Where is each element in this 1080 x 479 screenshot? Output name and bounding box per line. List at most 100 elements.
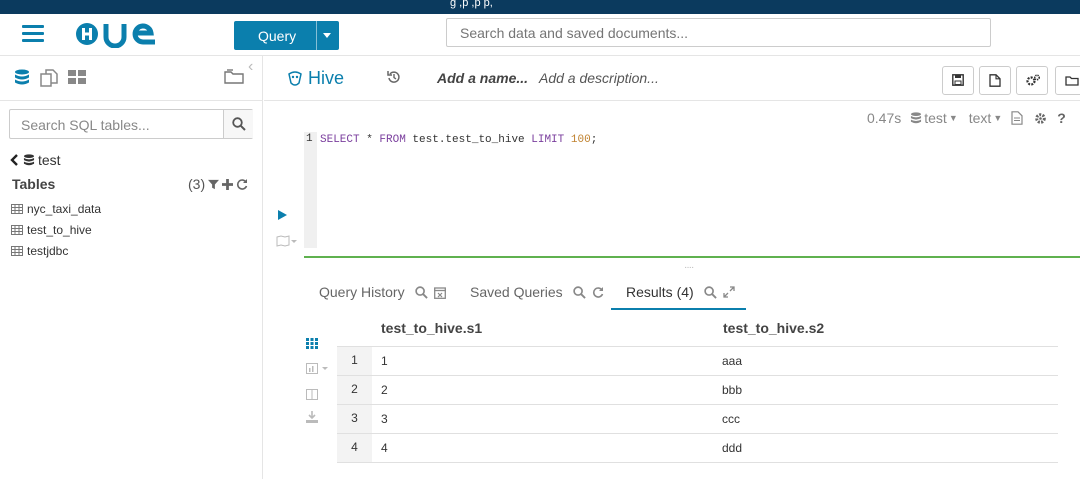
table-name: test_to_hive bbox=[27, 223, 92, 237]
map-icon[interactable] bbox=[276, 235, 298, 247]
query-name-input[interactable]: Add a name... bbox=[437, 70, 528, 86]
engine-name: Hive bbox=[308, 68, 345, 88]
gear-icon[interactable] bbox=[1034, 112, 1047, 125]
database-select-value: test bbox=[924, 110, 947, 126]
top-strip: g ,p ,p p, bbox=[0, 0, 1080, 14]
collapse-panel-icon[interactable]: ‹ bbox=[248, 58, 253, 76]
line-gutter: 1 bbox=[304, 132, 317, 248]
database-select[interactable]: test ▼ bbox=[910, 110, 958, 126]
table-icon bbox=[11, 246, 23, 256]
refresh-icon[interactable] bbox=[592, 286, 604, 298]
cell: 3 bbox=[381, 412, 388, 426]
resize-handle-icon[interactable]: ···· bbox=[684, 262, 694, 273]
table-row[interactable]: 1 1 aaa bbox=[337, 347, 1058, 376]
document-icon[interactable] bbox=[1011, 111, 1023, 125]
database-name: test bbox=[38, 152, 61, 168]
columns-icon[interactable] bbox=[306, 389, 318, 400]
table-item[interactable]: test_to_hive bbox=[11, 223, 92, 237]
database-icon bbox=[911, 111, 922, 123]
cell: bbb bbox=[722, 383, 743, 397]
tab-label: Query History bbox=[319, 284, 405, 300]
tab-query-history[interactable]: Query History bbox=[319, 284, 446, 300]
row-number: 2 bbox=[337, 376, 372, 404]
tab-label: Results (4) bbox=[626, 284, 694, 300]
left-panel-toolbar: ‹ bbox=[0, 56, 262, 101]
cell: aaa bbox=[722, 354, 743, 368]
tables-count: (3) bbox=[188, 176, 206, 192]
search-icon[interactable] bbox=[572, 285, 586, 299]
settings-button[interactable] bbox=[1016, 66, 1048, 95]
database-breadcrumb[interactable]: test bbox=[10, 152, 61, 168]
table-row[interactable]: 3 3 ccc bbox=[337, 405, 1058, 434]
caret-down-icon: ▼ bbox=[948, 113, 958, 123]
help-icon[interactable]: ? bbox=[1057, 110, 1066, 126]
cell: 4 bbox=[381, 441, 388, 455]
tab-results[interactable]: Results (4) bbox=[626, 284, 735, 300]
hue-logo[interactable] bbox=[75, 20, 165, 48]
column-header[interactable]: test_to_hive.s2 bbox=[723, 320, 824, 336]
left-panel: ‹ Search SQL tables... test Tables (3) n… bbox=[0, 56, 263, 479]
folder-open-icon[interactable] bbox=[224, 67, 246, 85]
grid-view-icon[interactable] bbox=[306, 338, 318, 349]
chevron-left-icon[interactable] bbox=[10, 154, 20, 166]
refresh-icon[interactable] bbox=[236, 178, 248, 190]
table-icon bbox=[11, 225, 23, 235]
sql-text: test.test_to_hive bbox=[405, 134, 532, 146]
table-name: testjdbc bbox=[27, 244, 69, 258]
table-row[interactable]: 2 2 bbb bbox=[337, 376, 1058, 405]
sql-code[interactable]: SELECT * FROM test.test_to_hive LIMIT 10… bbox=[320, 134, 597, 146]
sql-editor[interactable]: 1 SELECT * FROM test.test_to_hive LIMIT … bbox=[304, 132, 1080, 248]
expand-icon[interactable] bbox=[723, 286, 735, 298]
global-search-input[interactable] bbox=[446, 18, 991, 47]
sql-table-search[interactable]: Search SQL tables... bbox=[9, 109, 253, 139]
row-number: 3 bbox=[337, 405, 372, 433]
format-select[interactable]: text ▼ bbox=[969, 110, 1003, 126]
column-header[interactable]: test_to_hive.s1 bbox=[381, 320, 482, 336]
sql-keyword: LIMIT bbox=[531, 134, 565, 146]
sql-text: * bbox=[359, 134, 380, 146]
caret-down-icon: ▼ bbox=[993, 113, 1003, 123]
cell: ccc bbox=[722, 412, 740, 426]
chevron-down-icon[interactable] bbox=[323, 33, 331, 38]
engine-label[interactable]: Hive bbox=[286, 68, 344, 89]
header: Query bbox=[0, 14, 1080, 56]
table-item[interactable]: testjdbc bbox=[11, 244, 68, 258]
result-tabs: Query History Saved Queries Results (4) bbox=[304, 280, 1080, 310]
tab-label: Saved Queries bbox=[470, 284, 563, 300]
save-button[interactable] bbox=[942, 66, 974, 95]
chart-icon[interactable] bbox=[306, 363, 330, 374]
search-icon[interactable] bbox=[414, 285, 428, 299]
table-icon bbox=[11, 204, 23, 214]
execution-time: 0.47s bbox=[867, 110, 902, 126]
filter-icon[interactable] bbox=[208, 179, 220, 190]
table-row[interactable]: 4 4 ddd bbox=[337, 434, 1058, 463]
query-button-label: Query bbox=[258, 28, 297, 44]
gears-icon bbox=[1026, 74, 1040, 86]
new-document-button[interactable] bbox=[979, 66, 1011, 95]
table-name: nyc_taxi_data bbox=[27, 202, 102, 216]
search-button[interactable] bbox=[223, 110, 253, 138]
database-icon[interactable] bbox=[14, 69, 30, 87]
row-number: 4 bbox=[337, 434, 372, 462]
documents-icon[interactable] bbox=[40, 69, 58, 87]
sql-number: 100 bbox=[570, 134, 591, 146]
cell: 2 bbox=[381, 383, 388, 397]
query-description-input[interactable]: Add a description... bbox=[539, 70, 659, 86]
history-icon[interactable] bbox=[387, 70, 401, 84]
run-icon[interactable] bbox=[278, 210, 287, 220]
sql-table-search-placeholder: Search SQL tables... bbox=[21, 117, 150, 133]
download-icon[interactable] bbox=[306, 411, 318, 423]
table-item[interactable]: nyc_taxi_data bbox=[11, 202, 101, 216]
tables-actions: (3) bbox=[188, 176, 248, 192]
plus-icon[interactable] bbox=[222, 178, 234, 190]
query-button[interactable]: Query bbox=[234, 21, 339, 50]
search-icon[interactable] bbox=[703, 285, 717, 299]
grid-icon[interactable] bbox=[68, 69, 86, 85]
editor-divider[interactable] bbox=[304, 256, 1080, 258]
search-icon bbox=[232, 117, 246, 131]
tab-saved-queries[interactable]: Saved Queries bbox=[470, 284, 604, 300]
hamburger-menu-icon[interactable] bbox=[22, 25, 44, 43]
open-folder-button[interactable] bbox=[1055, 66, 1080, 95]
calendar-x-icon[interactable] bbox=[433, 286, 446, 299]
